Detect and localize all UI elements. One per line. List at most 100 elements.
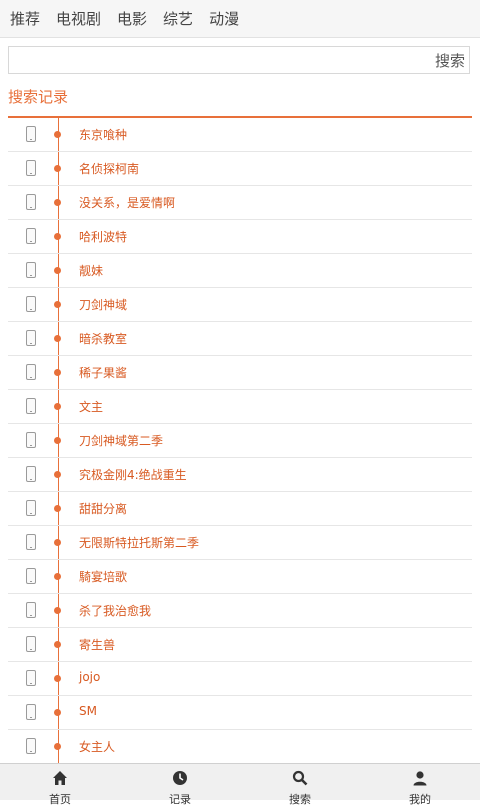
phone-icon xyxy=(26,602,36,618)
history-item[interactable]: 稀子果酱 xyxy=(8,356,472,390)
history-item-label: 寄生兽 xyxy=(79,638,116,652)
history-item[interactable]: 寄生兽 xyxy=(8,628,472,662)
phone-icon xyxy=(26,364,36,380)
nav-home[interactable]: 首页 xyxy=(0,764,120,806)
phone-icon xyxy=(26,432,36,448)
nav-profile[interactable]: 我的 xyxy=(360,764,480,806)
timeline-dot xyxy=(54,743,61,750)
search-icon xyxy=(292,770,308,786)
timeline-dot xyxy=(54,267,61,274)
phone-icon xyxy=(26,534,36,550)
history-item-label: jojo xyxy=(79,670,101,684)
phone-icon xyxy=(26,398,36,414)
history-item-label: 文主 xyxy=(79,400,104,414)
history-list: 东京喰种 名侦探柯南 没关系，是爱情啊 哈利波特 靓妹 刀剑神域 暗杀教室 稀子… xyxy=(8,118,472,764)
timeline-dot xyxy=(54,505,61,512)
history-item-label: 甜甜分离 xyxy=(79,502,128,516)
history-item-label: 东京喰种 xyxy=(79,128,128,142)
nav-search[interactable]: 搜索 xyxy=(240,764,360,806)
nav-history-label: 记录 xyxy=(169,793,191,806)
phone-icon xyxy=(26,126,36,142)
history-title: 搜索记录 xyxy=(8,88,69,106)
phone-icon xyxy=(26,330,36,346)
phone-icon xyxy=(26,160,36,176)
phone-icon xyxy=(26,228,36,244)
tab-recommend[interactable]: 推荐 xyxy=(10,8,40,29)
history-item-label: 騎宴培歌 xyxy=(79,570,128,584)
phone-icon xyxy=(26,500,36,516)
history-item[interactable]: 騎宴培歌 xyxy=(8,560,472,594)
clock-icon xyxy=(173,771,187,785)
timeline-dot xyxy=(54,199,61,206)
phone-icon xyxy=(26,636,36,652)
tab-anime[interactable]: 动漫 xyxy=(209,8,239,29)
timeline-dot xyxy=(54,165,61,172)
history-item[interactable]: 女主人 xyxy=(8,730,472,764)
timeline-dot xyxy=(54,301,61,308)
history-item[interactable]: 没关系，是爱情啊 xyxy=(8,186,472,220)
history-item-label: 刀剑神域第二季 xyxy=(79,434,164,448)
history-item-label: 杀了我治愈我 xyxy=(79,604,152,618)
top-nav: 推荐 电视剧 电影 综艺 动漫 xyxy=(0,0,480,38)
phone-icon xyxy=(26,194,36,210)
history-item[interactable]: jojo xyxy=(8,662,472,696)
phone-icon xyxy=(26,670,36,686)
history-item-label: 刀剑神域 xyxy=(79,298,128,312)
nav-history[interactable]: 记录 xyxy=(120,764,240,806)
history-item-label: SM xyxy=(79,704,97,718)
timeline-dot xyxy=(54,471,61,478)
history-item-label: 稀子果酱 xyxy=(79,366,128,380)
history-item-label: 暗杀教室 xyxy=(79,332,128,346)
history-item-label: 女主人 xyxy=(79,740,116,754)
history-item-label: 名侦探柯南 xyxy=(79,162,140,176)
timeline-dot xyxy=(54,437,61,444)
history-item[interactable]: 暗杀教室 xyxy=(8,322,472,356)
history-item-label: 究极金刚4:绝战重生 xyxy=(79,468,187,482)
history-item[interactable]: SM xyxy=(8,696,472,730)
history-item-label: 哈利波特 xyxy=(79,230,128,244)
phone-icon xyxy=(26,262,36,278)
nav-home-label: 首页 xyxy=(49,793,71,806)
history-item-label: 没关系，是爱情啊 xyxy=(79,196,176,210)
timeline-dot xyxy=(54,233,61,240)
history-item[interactable]: 究极金刚4:绝战重生 xyxy=(8,458,472,492)
bottom-nav: 首页 记录 搜索 我的 xyxy=(0,763,480,806)
timeline-dot xyxy=(54,573,61,580)
tab-variety[interactable]: 综艺 xyxy=(163,8,193,29)
phone-icon xyxy=(26,704,36,720)
history-item[interactable]: 刀剑神域 xyxy=(8,288,472,322)
timeline-dot xyxy=(54,641,61,648)
timeline-dot xyxy=(54,539,61,546)
history-item[interactable]: 名侦探柯南 xyxy=(8,152,472,186)
phone-icon xyxy=(26,296,36,312)
history-item[interactable]: 无限斯特拉托斯第二季 xyxy=(8,526,472,560)
phone-icon xyxy=(26,568,36,584)
timeline-dot xyxy=(54,131,61,138)
timeline-dot xyxy=(54,335,61,342)
tab-tv-series[interactable]: 电视剧 xyxy=(56,8,101,29)
tab-movies[interactable]: 电影 xyxy=(117,8,147,29)
history-item[interactable]: 哈利波特 xyxy=(8,220,472,254)
history-item[interactable]: 刀剑神域第二季 xyxy=(8,424,472,458)
phone-icon xyxy=(26,738,36,754)
nav-profile-label: 我的 xyxy=(409,793,431,806)
history-item-label: 靓妹 xyxy=(79,264,104,278)
history-item-label: 无限斯特拉托斯第二季 xyxy=(79,536,200,550)
history-item[interactable]: 靓妹 xyxy=(8,254,472,288)
timeline-dot xyxy=(54,369,61,376)
history-item[interactable]: 甜甜分离 xyxy=(8,492,472,526)
user-icon xyxy=(413,771,427,786)
phone-icon xyxy=(26,466,36,482)
history-item[interactable]: 杀了我治愈我 xyxy=(8,594,472,628)
search-bar: 搜索 xyxy=(8,46,470,74)
timeline-dot xyxy=(54,403,61,410)
timeline-dot xyxy=(54,675,61,682)
history-item[interactable]: 东京喰种 xyxy=(8,118,472,152)
nav-search-label: 搜索 xyxy=(289,793,311,806)
home-icon xyxy=(53,771,67,785)
search-input[interactable] xyxy=(9,47,429,73)
timeline-dot xyxy=(54,709,61,716)
timeline-dot xyxy=(54,607,61,614)
history-item[interactable]: 文主 xyxy=(8,390,472,424)
search-button[interactable]: 搜索 xyxy=(435,50,465,71)
